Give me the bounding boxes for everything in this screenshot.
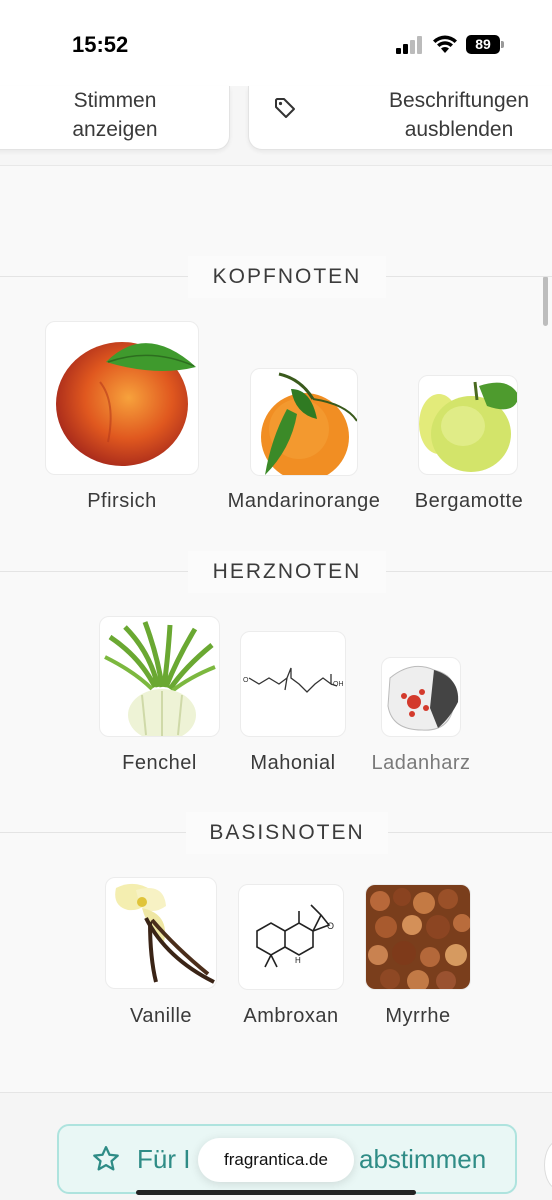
- note-label-peach[interactable]: Pfirsich: [45, 490, 199, 513]
- scrollbar[interactable]: [543, 276, 548, 326]
- bergamot-icon: [419, 381, 517, 472]
- svg-text:OH: OH: [333, 681, 344, 688]
- note-image-myrrh[interactable]: [365, 884, 471, 990]
- note-label-fennel[interactable]: Fenchel: [99, 752, 220, 775]
- home-indicator[interactable]: [136, 1190, 416, 1195]
- svg-text:O: O: [243, 677, 249, 684]
- molecule-icon: O H: [256, 904, 334, 968]
- note-image-ambroxan[interactable]: O H: [238, 884, 344, 990]
- note-label-mandarin[interactable]: Mandarinorange: [218, 490, 390, 513]
- tag-icon: [275, 98, 295, 118]
- note-image-bergamot[interactable]: [418, 375, 518, 475]
- browser-url-bar[interactable]: fragrantica.de: [198, 1138, 354, 1182]
- note-label-labdanum[interactable]: Ladanharz: [360, 752, 482, 775]
- note-image-labdanum[interactable]: [381, 657, 461, 737]
- vanilla-icon: [115, 883, 215, 984]
- battery-tip: [501, 41, 504, 48]
- heart-notes-title: HERZNOTEN: [188, 551, 386, 593]
- note-toolbar: Stimmen anzeigen Beschriftungen ausblend…: [0, 86, 552, 166]
- star-icon: [93, 1146, 119, 1171]
- base-notes-title: BASISNOTEN: [186, 812, 388, 854]
- hide-labels-label-line1: Beschriftungen: [388, 89, 530, 112]
- note-label-mahonial[interactable]: Mahonial: [233, 752, 353, 775]
- note-image-mandarin[interactable]: [250, 368, 358, 476]
- note-label-bergamot[interactable]: Bergamotte: [404, 490, 534, 513]
- top-notes-title: KOPFNOTEN: [188, 256, 386, 298]
- cellular-signal-icon: [396, 36, 422, 54]
- note-label-vanilla[interactable]: Vanille: [101, 1005, 221, 1028]
- vote-button-label-end: abstimmen: [359, 1144, 487, 1174]
- wifi-icon: [433, 35, 457, 53]
- note-image-peach[interactable]: [45, 321, 199, 475]
- vote-button-label-start: Für I: [137, 1144, 191, 1174]
- fennel-icon: [104, 621, 216, 736]
- status-time: 15:52: [72, 32, 129, 57]
- mandarin-icon: [261, 372, 357, 475]
- note-image-fennel[interactable]: [99, 616, 220, 737]
- show-votes-button[interactable]: Stimmen anzeigen: [0, 86, 230, 150]
- molecule-icon: O OH: [243, 667, 344, 693]
- battery-indicator: 89: [466, 35, 500, 54]
- note-image-mahonial[interactable]: O OH: [240, 631, 346, 737]
- hide-labels-button[interactable]: Beschriftungen ausblenden: [248, 86, 552, 150]
- labdanum-icon: [387, 665, 459, 731]
- show-votes-label-line1: Stimmen: [73, 89, 157, 112]
- peach-icon: [56, 342, 196, 466]
- myrrh-icon: [366, 885, 470, 989]
- hide-labels-label-line2: ausblenden: [404, 118, 514, 141]
- note-image-vanilla[interactable]: [105, 877, 217, 989]
- svg-text:O: O: [327, 921, 334, 931]
- note-label-myrrh[interactable]: Myrrhe: [357, 1005, 479, 1028]
- svg-text:H: H: [295, 956, 301, 965]
- note-label-ambroxan[interactable]: Ambroxan: [231, 1005, 351, 1028]
- show-votes-label-line2: anzeigen: [72, 118, 158, 141]
- status-bar: 15:52 89: [0, 0, 552, 86]
